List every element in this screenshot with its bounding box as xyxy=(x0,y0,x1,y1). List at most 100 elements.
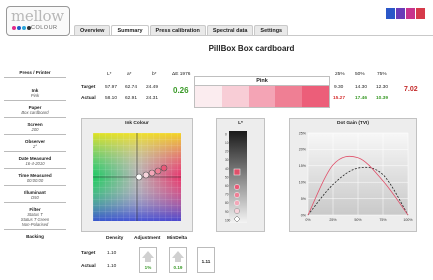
x-tick-label: 75% xyxy=(379,218,387,222)
tint-strip: Pink xyxy=(194,76,330,108)
illuminant-value: D50 xyxy=(31,195,39,200)
divider xyxy=(4,168,66,169)
tint-patch xyxy=(275,86,303,107)
tint-point xyxy=(148,169,156,177)
ab-colour-plot xyxy=(93,133,181,221)
tint-point xyxy=(135,173,143,181)
tint-point xyxy=(160,164,168,172)
dot-gain-chart: 25% 20% 15% 10% 5% 0%0% 25% 50% 75% 100% xyxy=(299,131,414,222)
density-actual: 1.10 xyxy=(107,264,117,269)
target-a: 62.74 xyxy=(125,85,138,90)
swatch-purple xyxy=(396,8,405,19)
x-tick-label: 50% xyxy=(354,218,362,222)
paper-value: Box cardboard xyxy=(21,110,49,115)
y-tick-label: 20% xyxy=(299,148,307,152)
lightness-tick-label: 60 xyxy=(225,184,229,188)
x-tick-label: 0% xyxy=(305,218,311,222)
job-info-sidebar: Press / Printer Ink Pink Paper Box cardboa… xyxy=(4,70,66,243)
actual-l: 58.10 xyxy=(105,96,118,101)
tvi-target-25: 9.30 xyxy=(334,85,344,90)
lightness-panel: L* 0 10 20 30 40 50 60 70 80 90 100 xyxy=(216,118,265,232)
lightness-tint-point xyxy=(234,184,240,190)
tvi-deviation-value: 7.02 xyxy=(404,86,418,93)
lightness-tick-label: 0 xyxy=(225,132,227,136)
swatch-red xyxy=(416,8,425,19)
lightness-tint-point xyxy=(234,200,240,206)
tvi-target-50: 14.30 xyxy=(355,85,368,90)
lightness-tick-label: 20 xyxy=(225,150,229,154)
lightness-tick-label: 70 xyxy=(225,193,229,197)
colour-swatches xyxy=(386,8,425,19)
y-tick-label: 5% xyxy=(301,197,307,201)
b-star-header: b* xyxy=(152,72,157,77)
lightness-scale: 0 10 20 30 40 50 60 70 80 90 100 xyxy=(225,131,247,223)
min-delta-value: 0.19 xyxy=(173,265,183,270)
tvi-header-25: 25% xyxy=(335,72,345,77)
mindelta-label: MinDelta xyxy=(167,236,187,241)
logo-dot xyxy=(17,26,21,30)
density-label: Density xyxy=(106,236,124,241)
divider xyxy=(4,185,66,186)
min-delta-card: 0.19 xyxy=(169,247,187,273)
y-tick-label: 10% xyxy=(299,181,307,185)
press-printer-label: Press / Printer xyxy=(19,70,51,75)
lightness-tick-label: 90 xyxy=(225,210,229,214)
tint-patch xyxy=(302,86,329,107)
divider xyxy=(4,229,66,230)
divider xyxy=(4,202,66,203)
lightness-tick-label: 100 xyxy=(225,218,231,222)
lightness-tint-point xyxy=(234,208,240,214)
actual-label: Actual xyxy=(81,96,96,101)
lightness-tick-label: 80 xyxy=(225,201,229,205)
lightness-marker xyxy=(233,168,241,176)
logo-dot xyxy=(22,26,26,30)
tint-patch xyxy=(221,86,249,107)
ink-value: Pink xyxy=(30,93,40,98)
tint-patches xyxy=(195,86,329,107)
lightness-tick-label: 10 xyxy=(225,141,229,145)
tvi-header-50: 50% xyxy=(355,72,365,77)
divider xyxy=(4,134,66,135)
density-target-label: Target xyxy=(81,251,96,256)
page-title: PillBox Box cardboard xyxy=(208,44,295,53)
mellow-colour-logo: mellow COLOUR xyxy=(6,6,70,36)
actual-a: 62.91 xyxy=(125,96,138,101)
logo-wordmark: mellow xyxy=(11,7,64,25)
lightness-tint-point xyxy=(234,192,240,198)
tint-patch xyxy=(248,86,276,107)
ink-colour-title: Ink Colour xyxy=(125,121,149,126)
y-tick-label: 0% xyxy=(301,213,307,217)
target-l: 57.97 xyxy=(105,85,118,90)
delta-e-header: ΔE 1976 xyxy=(172,72,191,77)
backing-label: Backing xyxy=(26,234,44,239)
density-target: 1.10 xyxy=(107,251,117,256)
lightness-tick-label: 50 xyxy=(225,175,229,179)
ink-name: Pink xyxy=(195,77,329,86)
screen-value: 200 xyxy=(31,127,39,132)
dot-gain-title: Dot Gain (TVI) xyxy=(337,121,369,126)
lightness-tick-label: 40 xyxy=(225,167,229,171)
time-measured-value: 00:00:00 xyxy=(26,178,44,183)
observer-value: 2° xyxy=(32,144,37,149)
tint-patch xyxy=(195,86,222,107)
lightness-tick-label: 30 xyxy=(225,158,229,162)
divider xyxy=(4,117,66,118)
tvi-actual-50: 17.46 xyxy=(355,96,368,101)
x-tick-label: 100% xyxy=(403,218,413,222)
target-b: 24.49 xyxy=(146,85,159,90)
l-star-header: L* xyxy=(107,72,112,77)
actual-b: 24.31 xyxy=(146,96,159,101)
tint-point xyxy=(142,171,150,179)
density-result-card: 1.11 xyxy=(197,247,215,273)
tvi-actual-25: 15.27 xyxy=(333,96,346,101)
y-tick-label: 25% xyxy=(299,131,307,135)
ink-colour-panel: Ink Colour xyxy=(81,118,193,232)
adjustment-card: 1% xyxy=(139,247,157,273)
polarisation-value: Non-Polarised xyxy=(21,222,49,227)
swatch-magenta xyxy=(406,8,415,19)
logo-subtitle: COLOUR xyxy=(31,25,58,31)
divider xyxy=(4,100,66,101)
tab-divider xyxy=(70,35,433,36)
dot-gain-panel: Dot Gain (TVI) 25% 20% 15% 10% 5% 0% 0% 25% 50% 7… xyxy=(289,118,417,232)
delta-e-value: 0.26 xyxy=(173,86,189,95)
